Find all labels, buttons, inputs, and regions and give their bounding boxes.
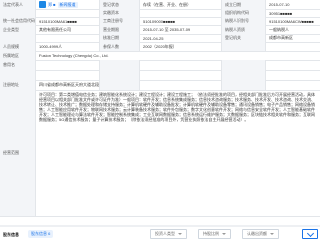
section-title: 股东信息 xyxy=(3,231,19,237)
field-value: 成都市高新区 xyxy=(269,35,293,40)
company-info-table: 法定代表人郑 ■ 新闻报道 登记状态 存续（在营、开业、在册） 成立日期 2015-07-… xyxy=(0,0,320,217)
field-label xyxy=(222,80,266,90)
field-value xyxy=(36,70,100,80)
avatar xyxy=(39,1,46,8)
field-value: 2002（2020年报） xyxy=(140,42,222,51)
filter-subscribed-capital[interactable]: 认缴出资额 xyxy=(242,229,279,239)
filter-investor-type[interactable]: 投资人类型 xyxy=(150,229,187,239)
legal-representative[interactable]: 郑 ■ 新闻报道 xyxy=(36,0,100,9)
chevron-down-icon xyxy=(222,233,226,235)
download-icon xyxy=(306,229,314,237)
field-label xyxy=(0,9,36,17)
field-value: 其他有限责任公司 xyxy=(36,25,100,34)
field-label xyxy=(0,70,36,80)
business-scope-label: 经营范围 xyxy=(0,90,36,216)
field-label xyxy=(222,70,266,80)
field-value: 510109000■■■■■ xyxy=(140,17,222,25)
person-name[interactable]: 郑 ■ xyxy=(48,2,56,8)
field-value xyxy=(140,70,222,80)
field-label xyxy=(222,60,266,70)
filter-share-ratio[interactable]: 持股比例 xyxy=(198,229,231,239)
region-value: Fusion Technology (Chengdu) Co., Ltd. xyxy=(39,53,109,58)
field-label: 曾用名 xyxy=(0,60,36,70)
field-value: 2015-07-10 xyxy=(269,2,290,7)
filter-label: 持股比例 xyxy=(203,231,219,236)
field-label xyxy=(100,70,140,80)
field-label: 法定代表人 xyxy=(0,0,36,9)
chevron-down-icon xyxy=(270,233,274,235)
export-button[interactable] xyxy=(302,229,318,239)
field-value: 一般纳税人 xyxy=(269,26,289,32)
filter-label: 投资人类型 xyxy=(155,231,175,236)
field-value xyxy=(36,34,100,42)
field-label xyxy=(222,42,266,51)
field-label: 统一社会信用代码 xyxy=(0,17,36,25)
field-value: 91510100MA6CW■■■■■ xyxy=(269,18,314,24)
field-value: 1000-4999人 xyxy=(36,42,100,51)
field-value xyxy=(36,60,100,70)
field-value xyxy=(266,70,320,80)
field-label: 工商注册号 xyxy=(100,17,140,25)
shareholder-count-badge[interactable]: 股东信息 6 xyxy=(28,230,54,238)
field-label: 登记状态 xyxy=(100,0,140,9)
field-value: 2021-04-25 xyxy=(140,34,222,42)
field-value: 四川省成都市高新区天府大道北段■号 xyxy=(36,80,100,90)
field-value xyxy=(140,60,222,70)
field-label: 企业类型 xyxy=(0,25,36,34)
field-label: 实缴资本 xyxy=(100,9,140,17)
field-label: 注册地址 xyxy=(0,80,36,90)
field-label: 成立日期 xyxy=(222,0,266,9)
business-scope-row: 经营范围 许可项目：第二类增值电信业务；建筑智能化系统设计；建设工程设计；建设工程… xyxy=(0,90,320,217)
field-label: 登记机关 xyxy=(222,34,266,42)
field-value xyxy=(266,42,320,51)
field-label: 营业期限 xyxy=(100,25,140,34)
field-label: 人员规模 xyxy=(0,42,36,51)
field-label xyxy=(100,60,140,70)
section-divider xyxy=(0,225,320,227)
news-tag[interactable]: 新闻报道 xyxy=(57,1,78,8)
field-label xyxy=(100,80,140,90)
field-value xyxy=(140,80,222,90)
filter-label: 认缴出资额 xyxy=(247,231,267,236)
shareholder-section-header: 股东信息 股东信息 6 投资人类型 持股比例 认缴出资额 xyxy=(0,229,320,240)
field-value xyxy=(266,60,320,70)
field-value: 91510100MA61■■■■ xyxy=(36,17,100,25)
field-value xyxy=(266,80,320,90)
field-label xyxy=(0,34,36,42)
field-label: 组织机构代码 xyxy=(222,9,266,17)
business-scope-text: 许可项目：第二类增值电信业务；建筑智能化系统设计；建设工程设计；建设工程施工；（… xyxy=(39,92,315,123)
field-value: 存续（在营、开业、在册） xyxy=(140,0,222,9)
field-value xyxy=(140,9,222,17)
field-value: 2015-07-10 至 2035-07-09 xyxy=(140,25,222,34)
field-label: 核准日期 xyxy=(100,34,140,42)
field-value xyxy=(36,9,100,17)
field-label: 纳税人识别号 xyxy=(222,17,266,25)
chevron-down-icon xyxy=(178,233,182,235)
field-label: 参保人数 xyxy=(100,42,140,51)
field-label: 纳税人资质 xyxy=(222,25,266,34)
field-label: 所属地区 xyxy=(0,51,36,60)
field-value: 30951■■■■■ xyxy=(269,10,293,16)
